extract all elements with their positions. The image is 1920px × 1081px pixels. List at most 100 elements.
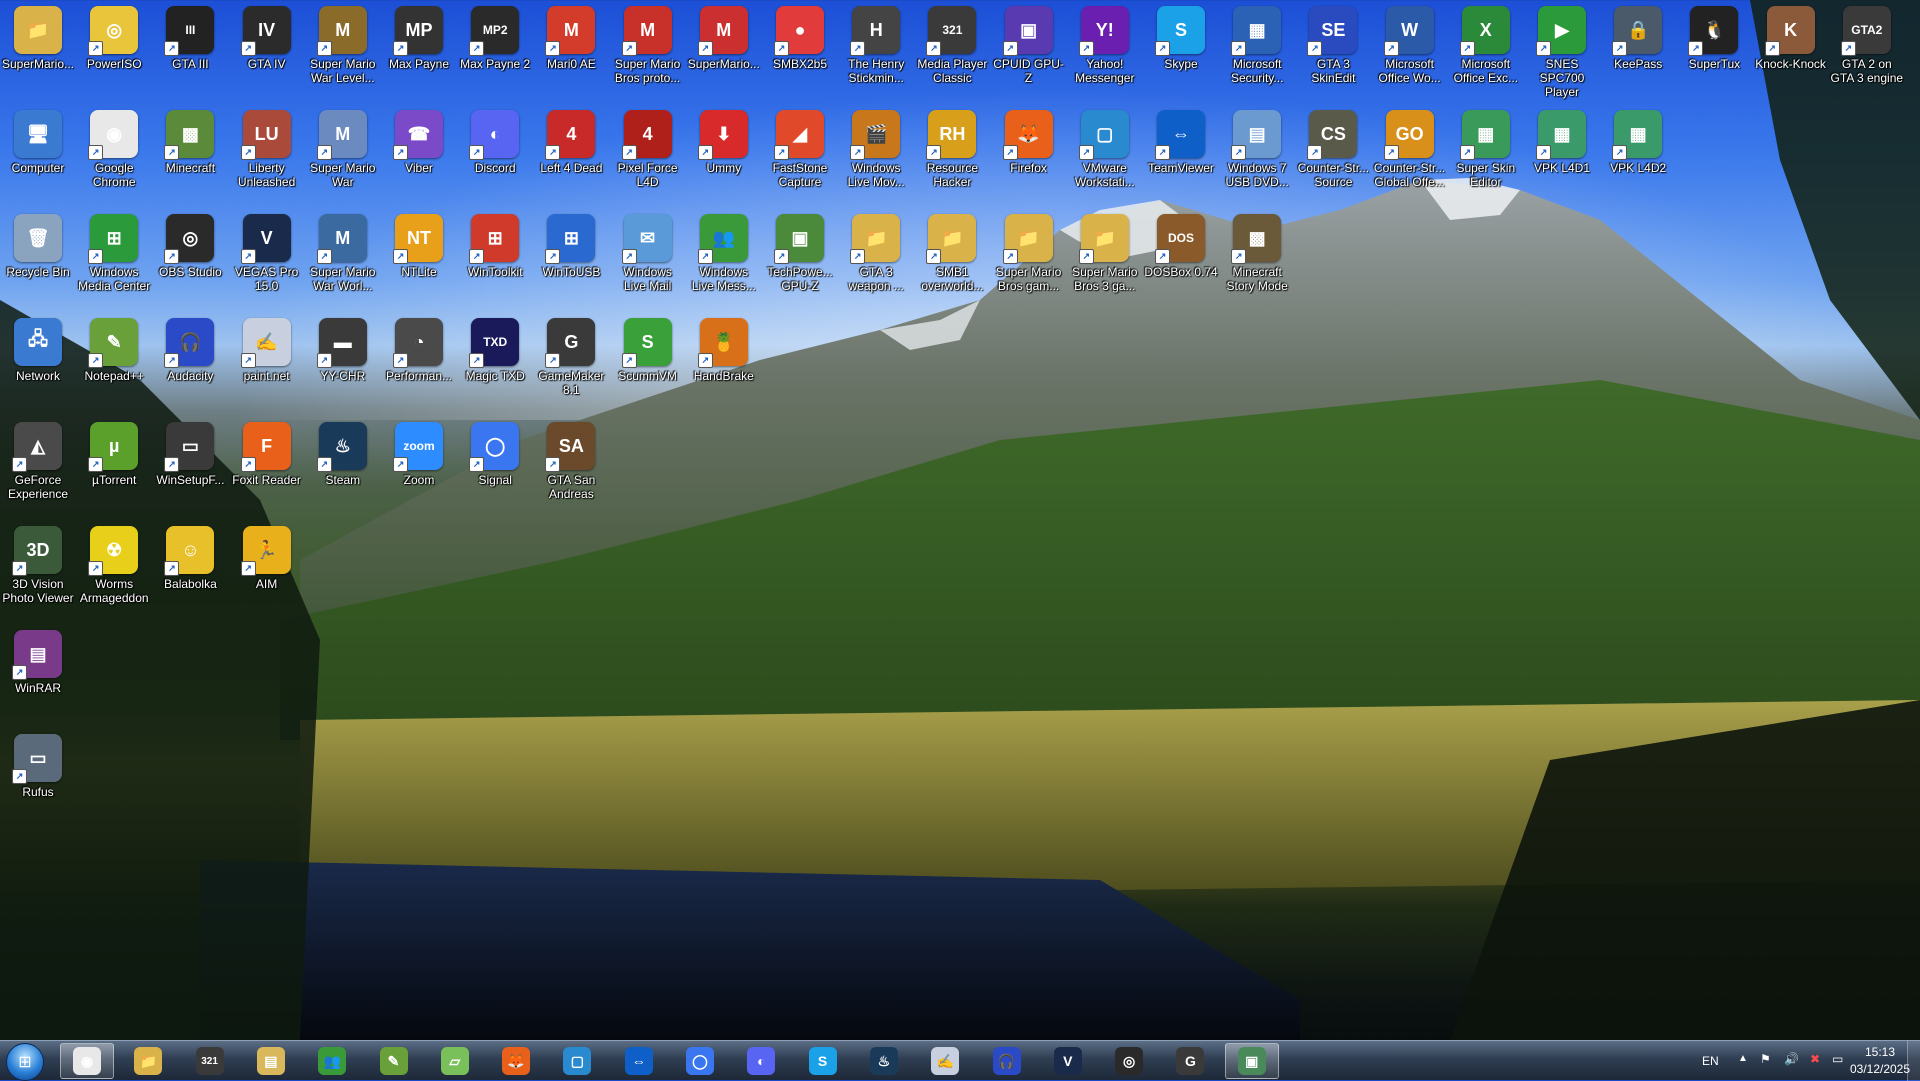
- desktop-icon[interactable]: K ↗ Knock-Knock: [1753, 2, 1829, 102]
- desktop-icon[interactable]: ▩ ↗ Minecraft: [152, 106, 228, 206]
- desktop-icon[interactable]: zoom ↗ Zoom: [381, 418, 457, 518]
- taskbar-item-media-player-classic[interactable]: 321: [183, 1043, 237, 1079]
- desktop-icon[interactable]: 🍍 ↗ HandBrake: [686, 314, 762, 414]
- desktop-icon[interactable]: H ↗ The Henry Stickmin...: [838, 2, 914, 102]
- desktop-icon[interactable]: S ↗ ScummVM: [610, 314, 686, 414]
- desktop-icon[interactable]: ▦ ↗ Super Skin Editor: [1448, 106, 1524, 206]
- desktop-icon[interactable]: ⊞ ↗ WinToolkit: [457, 210, 533, 310]
- desktop-icon[interactable]: 🗑 Recycle Bin: [0, 210, 76, 310]
- desktop-icon[interactable]: M ↗ Mari0 AE: [533, 2, 609, 102]
- clock-time[interactable]: 15:13: [1852, 1045, 1908, 1059]
- desktop-icon[interactable]: SE ↗ GTA 3 SkinEdit: [1295, 2, 1371, 102]
- desktop-icon[interactable]: M ↗ Super Mario War Worl...: [305, 210, 381, 310]
- taskbar-item-firefox[interactable]: 🦊: [489, 1043, 543, 1079]
- desktop-icon[interactable]: µ ↗ µTorrent: [76, 418, 152, 518]
- desktop-icon[interactable]: G ↗ GameMaker 8.1: [533, 314, 609, 414]
- taskbar-item-desktop-window[interactable]: ▣: [1224, 1043, 1279, 1079]
- desktop-icon[interactable]: ◎ ↗ OBS Studio: [152, 210, 228, 310]
- taskbar-item-file-manager[interactable]: ▤: [244, 1043, 298, 1079]
- desktop-icon[interactable]: ⊞ ↗ WinToUSB: [533, 210, 609, 310]
- desktop-icon[interactable]: ● ↗ SMBX2b5: [762, 2, 838, 102]
- desktop-icon[interactable]: ☺ ↗ Balabolka: [152, 522, 228, 622]
- desktop-icon[interactable]: ◎ ↗ PowerISO: [76, 2, 152, 102]
- desktop-icon[interactable]: 4 ↗ Left 4 Dead: [533, 106, 609, 206]
- desktop-icon[interactable]: 🖧 Network: [0, 314, 76, 414]
- desktop-icon[interactable]: F ↗ Foxit Reader: [229, 418, 305, 518]
- taskbar-item-gamemaker[interactable]: G: [1163, 1043, 1217, 1079]
- desktop-icon[interactable]: ◯ ↗ Signal: [457, 418, 533, 518]
- desktop-icon[interactable]: ▦ ↗ VPK L4D2: [1600, 106, 1676, 206]
- desktop-icon[interactable]: ▭ ↗ Rufus: [0, 730, 76, 830]
- desktop-icon[interactable]: DOS ↗ DOSBox 0.74: [1143, 210, 1219, 310]
- desktop-icon[interactable]: 321 ↗ Media Player Classic: [914, 2, 990, 102]
- desktop-icon[interactable]: ◢ ↗ FastStone Capture: [762, 106, 838, 206]
- taskbar-item-vmware[interactable]: ▢: [550, 1043, 604, 1079]
- desktop-icon[interactable]: GTA2 ↗ GTA 2 on GTA 3 engine: [1829, 2, 1905, 102]
- network-disconnected-icon[interactable]: ✖: [1810, 1052, 1820, 1066]
- action-center-flag-icon[interactable]: ⚑: [1760, 1052, 1771, 1066]
- desktop-icon[interactable]: ✎ ↗ Notepad++: [76, 314, 152, 414]
- desktop-icon[interactable]: RH ↗ Resource Hacker: [914, 106, 990, 206]
- desktop-icon[interactable]: IV ↗ GTA IV: [229, 2, 305, 102]
- taskbar-item-audacity[interactable]: 🎧: [980, 1043, 1034, 1079]
- clock-date[interactable]: 03/12/2025: [1844, 1062, 1916, 1076]
- desktop-icon[interactable]: MP ↗ Max Payne: [381, 2, 457, 102]
- language-indicator[interactable]: EN: [1702, 1054, 1719, 1068]
- desktop-icon[interactable]: 🦊 ↗ Firefox: [991, 106, 1067, 206]
- start-button[interactable]: ⊞: [6, 1043, 44, 1081]
- taskbar-item-discord[interactable]: ◐: [734, 1043, 788, 1079]
- desktop-icon[interactable]: ▣ ↗ CPUID GPU-Z: [991, 2, 1067, 102]
- desktop-icon[interactable]: 🐧 ↗ SuperTux: [1676, 2, 1752, 102]
- desktop-icon[interactable]: 🎬 ↗ Windows Live Mov...: [838, 106, 914, 206]
- desktop-icon[interactable]: M ↗ Super Mario War Level...: [305, 2, 381, 102]
- desktop-icon[interactable]: ⊞ ↗ Windows Media Center: [76, 210, 152, 310]
- desktop-icon[interactable]: W ↗ Microsoft Office Wo...: [1372, 2, 1448, 102]
- taskbar-item-signal[interactable]: ◯: [673, 1043, 727, 1079]
- power-icon[interactable]: ▭: [1832, 1052, 1843, 1066]
- desktop-icon[interactable]: ⇔ ↗ TeamViewer: [1143, 106, 1219, 206]
- desktop-icon[interactable]: 📁 SuperMario...: [0, 2, 76, 102]
- taskbar-item-skype[interactable]: S: [796, 1043, 850, 1079]
- taskbar-item-paint-net[interactable]: ✍: [918, 1043, 972, 1079]
- desktop-icon[interactable]: 📁 ↗ GTA 3 weapon ...: [838, 210, 914, 310]
- desktop-icon[interactable]: ♨ ↗ Steam: [305, 418, 381, 518]
- taskbar-item-vegas-pro[interactable]: V: [1041, 1043, 1095, 1079]
- desktop-icon[interactable]: CS ↗ Counter-Str... Source: [1295, 106, 1371, 206]
- desktop-icon[interactable]: M ↗ SuperMario...: [686, 2, 762, 102]
- desktop-icon[interactable]: SA ↗ GTA San Andreas: [533, 418, 609, 518]
- desktop-icon[interactable]: ▦ ↗ VPK L4D1: [1524, 106, 1600, 206]
- desktop-icon[interactable]: 📁 ↗ Super Mario Bros gam...: [991, 210, 1067, 310]
- desktop-icon[interactable]: ▤ ↗ Windows 7 USB DVD...: [1219, 106, 1295, 206]
- desktop-icon[interactable]: ◔ ↗ Performan...: [381, 314, 457, 414]
- desktop-icon[interactable]: ▭ ↗ WinSetupF...: [152, 418, 228, 518]
- taskbar-item-obs-studio[interactable]: ◎: [1102, 1043, 1156, 1079]
- taskbar-item-teamviewer[interactable]: ⇔: [612, 1043, 666, 1079]
- desktop-icon[interactable]: MP2 ↗ Max Payne 2: [457, 2, 533, 102]
- desktop-icon[interactable]: V ↗ VEGAS Pro 15.0: [229, 210, 305, 310]
- desktop-icon[interactable]: S ↗ Skype: [1143, 2, 1219, 102]
- desktop-icon[interactable]: M ↗ Super Mario Bros proto...: [610, 2, 686, 102]
- desktop-icon[interactable]: GO ↗ Counter-Str... Global Offe...: [1372, 106, 1448, 206]
- desktop-icon[interactable]: 🔒 ↗ KeePass: [1600, 2, 1676, 102]
- desktop-icon[interactable]: ▢ ↗ VMware Workstati...: [1067, 106, 1143, 206]
- show-hidden-icons-icon[interactable]: ▲: [1738, 1053, 1748, 1064]
- desktop-icon[interactable]: 3D ↗ 3D Vision Photo Viewer: [0, 522, 76, 622]
- taskbar-item-notepad-plus-plus[interactable]: ✎: [367, 1043, 421, 1079]
- desktop-icon[interactable]: ▶ ↗ SNES SPC700 Player: [1524, 2, 1600, 102]
- desktop-icon[interactable]: 🏃 ↗ AIM: [229, 522, 305, 622]
- desktop-icon[interactable]: 4 ↗ Pixel Force L4D: [610, 106, 686, 206]
- desktop-icon[interactable]: ▩ ↗ Minecraft Story Mode: [1219, 210, 1295, 310]
- desktop-icon[interactable]: III ↗ GTA III: [152, 2, 228, 102]
- desktop-icon[interactable]: 🎧 ↗ Audacity: [152, 314, 228, 414]
- desktop-icon[interactable]: ◐ ↗ Discord: [457, 106, 533, 206]
- desktop-icon[interactable]: LU ↗ Liberty Unleashed: [229, 106, 305, 206]
- desktop-icon[interactable]: 👥 ↗ Windows Live Mess...: [686, 210, 762, 310]
- show-desktop-button[interactable]: [1907, 1041, 1920, 1081]
- desktop-icon[interactable]: M ↗ Super Mario War: [305, 106, 381, 206]
- volume-icon[interactable]: 🔊: [1784, 1052, 1799, 1066]
- taskbar-item-chrome[interactable]: ◉: [60, 1043, 114, 1079]
- desktop-icon[interactable]: ▦ ↗ Microsoft Security...: [1219, 2, 1295, 102]
- desktop-icon[interactable]: Y! ↗ Yahoo! Messenger: [1067, 2, 1143, 102]
- desktop-icon[interactable]: ▣ ↗ TechPowe... GPU-Z: [762, 210, 838, 310]
- desktop-icon[interactable]: ✉ ↗ Windows Live Mail: [610, 210, 686, 310]
